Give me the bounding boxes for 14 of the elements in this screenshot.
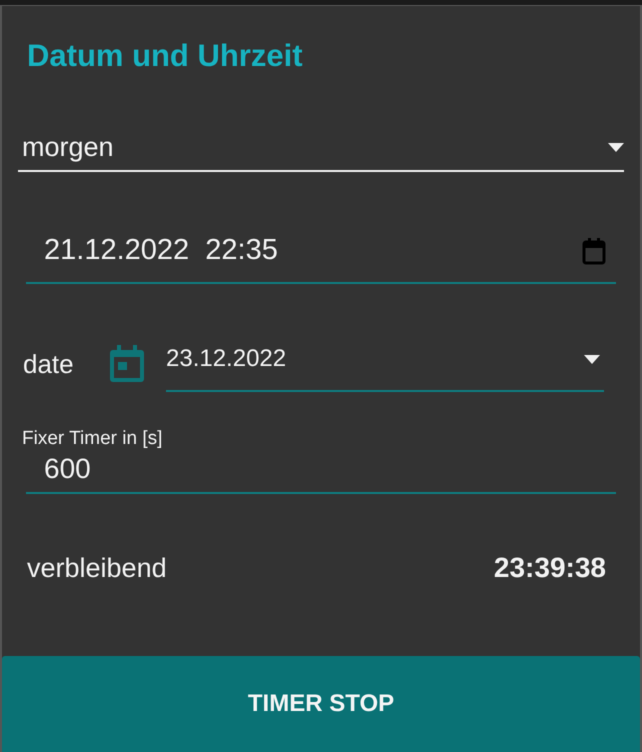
dropdown-caret-icon xyxy=(608,142,624,152)
remaining-label: verbleibend xyxy=(27,552,167,585)
calendar-icon[interactable] xyxy=(108,344,146,384)
remaining-time: 23:39:38 xyxy=(494,551,606,585)
datetime-field[interactable]: 21.12.2022 22:35 xyxy=(26,220,616,284)
dropdown-caret-icon xyxy=(584,354,600,364)
timer-field[interactable]: 600 xyxy=(26,452,616,494)
date-dropdown[interactable]: 23.12.2022 xyxy=(166,336,604,392)
date-label: date xyxy=(23,348,75,380)
timer-label: Fixer Timer in [s] xyxy=(22,427,164,451)
mode-dropdown[interactable]: morgen xyxy=(18,124,624,172)
section-title: Datum und Uhrzeit xyxy=(27,37,304,75)
calendar-icon[interactable] xyxy=(582,237,606,265)
timer-stop-button[interactable]: TIMER STOP xyxy=(2,656,640,752)
